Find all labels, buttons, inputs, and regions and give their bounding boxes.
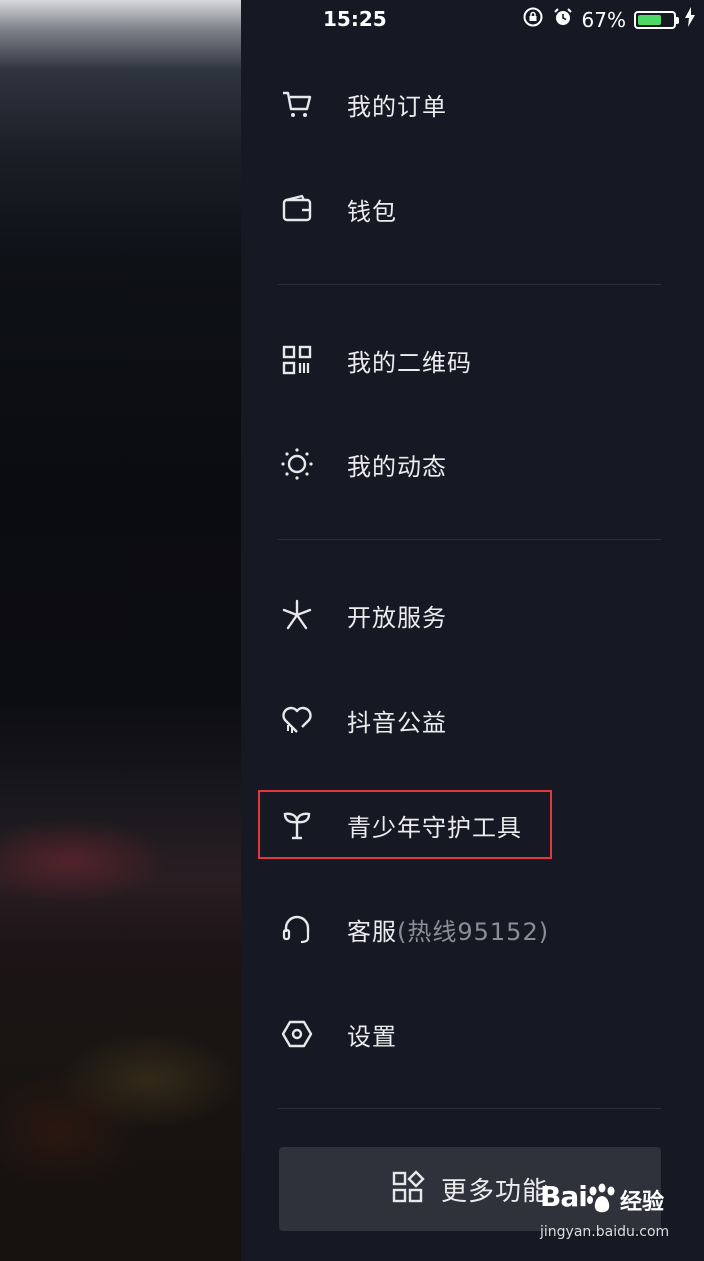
menu-item-settings[interactable]: 设置 [279,1006,397,1062]
grid-icon [391,1170,425,1208]
divider [278,539,661,540]
status-bar: 15:25 67% [241,0,704,38]
baidu-jingyan-watermark: Bai 经验 jingyan.baidu.com [540,1180,670,1248]
menu-item-label: 抖音公益 [347,708,447,737]
menu-item-label: 钱包 [347,197,397,226]
watermark-brand: Bai [540,1180,588,1213]
side-menu-panel: 15:25 67% 我的订单 钱包 我的二维码 我的动态 开放服务 抖音公益 青… [241,0,704,1261]
status-right: 67% [522,6,696,33]
menu-item-label: 我的二维码 [347,348,472,377]
headset-icon [279,911,315,947]
divider [278,1108,661,1109]
menu-item-label: 青少年守护工具 [347,813,522,842]
status-time: 15:25 [323,7,387,31]
menu-item-moments[interactable]: 我的动态 [279,436,447,492]
menu-item-charity[interactable]: 抖音公益 [279,692,447,748]
menu-item-open-service[interactable]: 开放服务 [279,587,447,643]
menu-item-youth-protection[interactable]: 青少年守护工具 [279,797,522,853]
menu-item-customer-service[interactable]: 客服(热线95152) [279,901,549,957]
paw-icon [587,1183,615,1213]
more-features-label: 更多功能 [440,1176,549,1207]
menu-item-wallet[interactable]: 钱包 [279,181,397,237]
sprout-icon [279,807,315,843]
hotline-label: (热线95152) [397,917,550,946]
charging-icon [684,7,696,32]
hexagon-settings-icon [279,1016,315,1052]
menu-item-label: 客服(热线95152) [347,912,549,947]
cart-icon [279,86,315,122]
divider [278,284,661,285]
wallet-icon [279,191,315,227]
menu-item-label: 我的订单 [347,92,447,121]
battery-fill [638,14,661,25]
rotation-lock-icon [522,6,544,33]
menu-item-label: 设置 [347,1022,397,1051]
blurred-background [0,0,241,1261]
watermark-brand-cn: 经验 [620,1190,665,1215]
menu-item-label: 我的动态 [347,452,447,481]
battery-percent: 67% [581,7,626,32]
watermark-domain: jingyan.baidu.com [540,1224,670,1240]
menu-item-qr-code[interactable]: 我的二维码 [279,332,472,388]
customer-service-label: 客服 [347,917,397,946]
heart-icon [279,702,315,738]
spark-icon [279,597,315,633]
sun-icon [279,446,315,482]
menu-item-orders[interactable]: 我的订单 [279,76,447,132]
alarm-icon [552,6,574,33]
qr-code-icon [279,342,315,378]
battery-icon [634,10,679,29]
menu-item-label: 开放服务 [347,603,447,632]
